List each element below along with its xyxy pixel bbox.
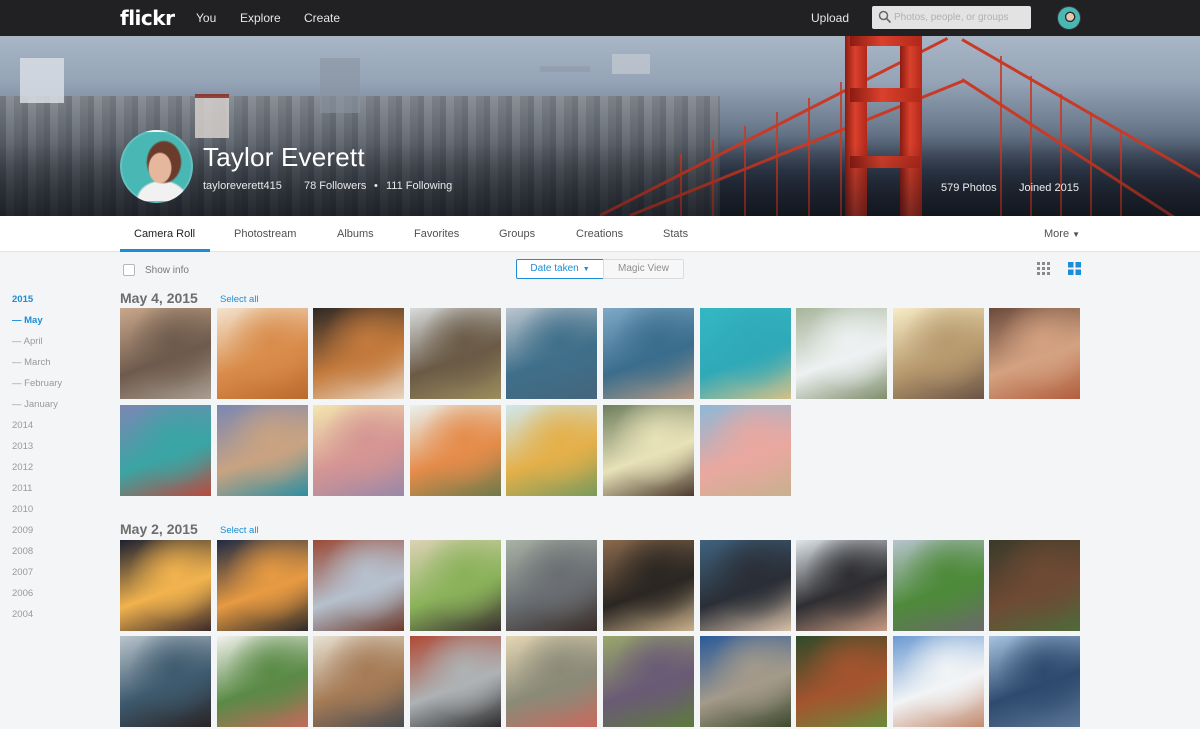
photo-thumbnail[interactable]	[313, 540, 405, 631]
sidebar-month-february[interactable]: — February	[12, 378, 62, 389]
photo-thumbnail[interactable]	[796, 308, 888, 399]
magic-view-label: Magic View	[618, 263, 669, 274]
sidebar-year-2012[interactable]: 2012	[12, 462, 33, 473]
sidebar-year-2006[interactable]: 2006	[12, 588, 33, 599]
sidebar-month-march[interactable]: — March	[12, 357, 51, 368]
top-navigation-bar: flickr You Explore Create Upload	[0, 0, 1200, 36]
photo-thumbnail[interactable]	[506, 636, 598, 727]
photo-thumbnail[interactable]	[506, 540, 598, 631]
tab-stats[interactable]: Stats	[663, 228, 688, 240]
caret-down-icon: ▼	[582, 266, 590, 273]
tab-creations[interactable]: Creations	[576, 228, 623, 240]
sidebar-year-2015[interactable]: 2015	[12, 294, 33, 305]
photo-thumbnail[interactable]	[216, 636, 308, 727]
photo-thumbnail[interactable]	[796, 636, 888, 727]
photo-thumbnail[interactable]	[699, 540, 791, 631]
photo-thumbnail[interactable]	[603, 405, 694, 496]
search-input[interactable]	[894, 9, 1026, 26]
section-date-heading: May 4, 2015	[120, 290, 198, 306]
photo-thumbnail[interactable]	[313, 405, 405, 496]
sidebar-year-2008[interactable]: 2008	[12, 546, 33, 557]
photo-thumbnail[interactable]	[313, 308, 405, 399]
section-date-heading: May 2, 2015	[120, 521, 198, 537]
show-info-label[interactable]: Show info	[145, 265, 189, 276]
sidebar-month-may[interactable]: — May	[12, 315, 43, 326]
sidebar-month-january[interactable]: — January	[12, 399, 58, 410]
followers-link[interactable]: 78 Followers	[304, 180, 366, 192]
more-menu-button[interactable]: More ▼	[1044, 228, 1080, 240]
photos-count: 579 Photos	[941, 182, 997, 194]
upload-link[interactable]: Upload	[811, 11, 849, 25]
joined-date: Joined 2015	[1019, 182, 1079, 194]
date-taken-dropdown[interactable]: Date taken ▼	[516, 259, 604, 279]
sidebar-year-2007[interactable]: 2007	[12, 567, 33, 578]
photo-thumbnail[interactable]	[699, 405, 791, 496]
photo-thumbnail[interactable]	[699, 308, 791, 399]
photo-thumbnail[interactable]	[892, 636, 984, 727]
sidebar-year-2014[interactable]: 2014	[12, 420, 33, 431]
tab-camera-roll[interactable]: Camera Roll	[134, 228, 195, 240]
nav-link-explore[interactable]: Explore	[240, 11, 281, 25]
photo-thumbnail[interactable]	[216, 540, 308, 631]
tab-albums[interactable]: Albums	[337, 228, 374, 240]
photo-thumbnail[interactable]	[796, 540, 888, 631]
profile-avatar[interactable]	[120, 130, 193, 203]
tab-favorites[interactable]: Favorites	[414, 228, 459, 240]
select-all-link[interactable]: Select all	[220, 294, 259, 305]
following-link[interactable]: 111 Following	[386, 180, 452, 192]
sidebar-month-april[interactable]: — April	[12, 336, 43, 347]
photo-thumbnail[interactable]	[120, 308, 211, 399]
photo-thumbnail[interactable]	[409, 308, 501, 399]
photo-thumbnail[interactable]	[216, 405, 308, 496]
photo-thumbnail[interactable]	[216, 308, 308, 399]
photo-thumbnail[interactable]	[409, 540, 501, 631]
flickr-logo[interactable]: flickr	[120, 6, 175, 30]
profile-name: Taylor Everett	[203, 142, 365, 172]
select-all-link[interactable]: Select all	[220, 525, 259, 536]
more-label: More	[1044, 228, 1070, 240]
photo-thumbnail[interactable]	[409, 636, 501, 727]
sidebar-year-2013[interactable]: 2013	[12, 441, 33, 452]
photo-thumbnail[interactable]	[989, 308, 1081, 399]
photo-thumbnail[interactable]	[699, 636, 791, 727]
photo-thumbnail[interactable]	[892, 308, 984, 399]
large-grid-view-icon[interactable]	[1068, 262, 1081, 275]
search-box[interactable]	[872, 6, 1031, 29]
date-taken-label: Date taken	[530, 263, 579, 274]
photo-thumbnail[interactable]	[120, 540, 211, 631]
profile-username: tayloreverett415	[203, 180, 282, 192]
photo-thumbnail[interactable]	[120, 636, 211, 727]
photo-thumbnail[interactable]	[120, 405, 211, 496]
photo-thumbnail[interactable]	[409, 405, 501, 496]
show-info-checkbox[interactable]	[123, 264, 135, 276]
meta-separator: •	[374, 180, 378, 192]
photo-thumbnail[interactable]	[506, 308, 598, 399]
small-grid-view-icon[interactable]	[1037, 262, 1050, 275]
sidebar-year-2009[interactable]: 2009	[12, 525, 33, 536]
photo-thumbnail[interactable]	[603, 308, 694, 399]
photo-thumbnail[interactable]	[603, 636, 694, 727]
tab-photostream[interactable]: Photostream	[234, 228, 296, 240]
sidebar-year-2004[interactable]: 2004	[12, 609, 33, 620]
caret-down-icon: ▼	[1072, 230, 1080, 239]
active-tab-indicator	[120, 249, 210, 252]
photo-thumbnail[interactable]	[989, 636, 1081, 727]
photo-thumbnail[interactable]	[892, 540, 984, 631]
tab-groups[interactable]: Groups	[499, 228, 535, 240]
profile-tabs: Camera Roll Photostream Albums Favorites…	[0, 216, 1200, 252]
nav-link-create[interactable]: Create	[304, 11, 340, 25]
nav-link-you[interactable]: You	[196, 11, 216, 25]
photo-thumbnail[interactable]	[603, 540, 694, 631]
photo-thumbnail[interactable]	[989, 540, 1081, 631]
sidebar-year-2011[interactable]: 2011	[12, 483, 32, 494]
photo-thumbnail[interactable]	[506, 405, 598, 496]
sidebar-year-2010[interactable]: 2010	[12, 504, 33, 515]
search-icon	[878, 10, 892, 24]
user-avatar-menu[interactable]	[1057, 6, 1081, 30]
magic-view-button[interactable]: Magic View	[603, 259, 684, 279]
photo-thumbnail[interactable]	[313, 636, 405, 727]
